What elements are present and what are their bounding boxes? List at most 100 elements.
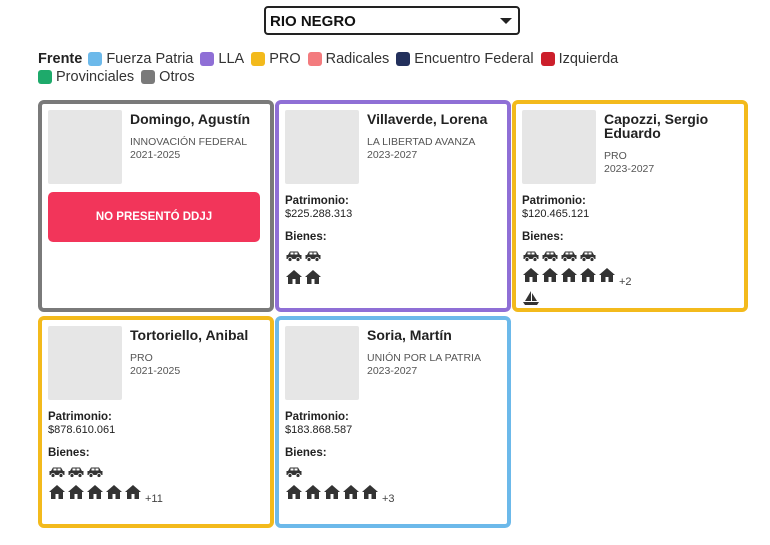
legend-item: Otros <box>141 68 195 86</box>
car-icon <box>522 249 540 267</box>
car-icon <box>285 465 303 483</box>
houses-row: +3 <box>285 484 395 505</box>
bienes-label: Bienes: <box>48 447 90 459</box>
cars-row <box>522 249 597 267</box>
legend-swatch <box>200 52 215 66</box>
legend-swatch <box>540 52 555 66</box>
car-icon <box>541 249 559 267</box>
houses-row <box>285 269 322 290</box>
houses-row: +11 <box>48 484 163 505</box>
term-period: 2021-2025 <box>130 149 181 161</box>
legend-item: Encuentro Federal <box>396 50 534 68</box>
house-icon <box>541 267 559 288</box>
term-period: 2021-2025 <box>130 365 181 377</box>
house-icon <box>124 484 142 505</box>
legend-swatch <box>141 70 156 84</box>
legend-label: Izquierda <box>558 51 619 67</box>
patrimonio-label: Patrimonio: <box>522 195 586 207</box>
avatar <box>48 326 122 400</box>
legend-label: Provinciales <box>56 69 135 85</box>
cars-row <box>48 465 104 483</box>
party-name: LA LIBERTAD AVANZA <box>367 136 476 148</box>
legend-item: Fuerza Patria <box>88 50 193 68</box>
bienes-label: Bienes: <box>522 231 564 243</box>
house-icon <box>522 267 540 288</box>
patrimonio-value: $878.610.061 <box>48 424 116 436</box>
avatar <box>522 110 596 184</box>
car-icon <box>304 249 322 267</box>
party-name: PRO <box>604 150 627 162</box>
legislator-card[interactable]: Villaverde, Lorena LA LIBERTAD AVANZA 20… <box>275 100 511 312</box>
province-select[interactable]: RIO NEGRO <box>264 6 520 35</box>
party-legend: Frente Fuerza Patria LLA PRO Radicales E… <box>38 50 678 86</box>
car-icon <box>86 465 104 483</box>
legend-swatch <box>38 70 52 84</box>
legend-label: Fuerza Patria <box>106 51 194 67</box>
legend-item: Izquierda <box>540 50 619 68</box>
car-icon <box>579 249 597 267</box>
party-name: PRO <box>130 352 153 364</box>
legend-swatch <box>396 52 411 66</box>
legislator-card[interactable]: Capozzi, Sergio Eduardo PRO 2023-2027 Pa… <box>512 100 748 312</box>
legend-label: PRO <box>269 51 301 67</box>
legend-item: LLA <box>200 50 244 68</box>
legislator-card[interactable]: Domingo, Agustín INNOVACIÓN FEDERAL 2021… <box>38 100 274 312</box>
term-period: 2023-2027 <box>367 149 418 161</box>
car-icon <box>67 465 85 483</box>
patrimonio-value: $183.868.587 <box>285 424 353 436</box>
legislator-card[interactable]: Soria, Martín UNIÓN POR LA PATRIA 2023-2… <box>275 316 511 528</box>
avatar <box>285 110 359 184</box>
house-icon <box>48 484 66 505</box>
houses-row: +2 <box>522 267 632 288</box>
avatar <box>48 110 122 184</box>
house-icon <box>105 484 123 505</box>
car-icon <box>560 249 578 267</box>
bienes-label: Bienes: <box>285 231 327 243</box>
legend-row-1: Frente Fuerza Patria LLA PRO Radicales E… <box>38 50 678 68</box>
party-name: UNIÓN POR LA PATRIA <box>367 352 481 364</box>
house-icon <box>285 269 303 290</box>
cars-row <box>285 465 303 483</box>
chevron-down-icon <box>500 18 512 24</box>
legend-swatch <box>307 52 322 66</box>
legend-label: Otros <box>159 69 195 85</box>
patrimonio-value: $225.288.313 <box>285 208 353 220</box>
patrimonio-value: $120.465.121 <box>522 208 590 220</box>
legend-label: Radicales <box>325 51 390 67</box>
house-icon <box>304 484 322 505</box>
legend-item: PRO <box>251 50 301 68</box>
patrimonio-label: Patrimonio: <box>285 411 349 423</box>
province-select-value: RIO NEGRO <box>270 13 356 30</box>
legend-swatch <box>88 52 103 66</box>
house-icon <box>67 484 85 505</box>
house-icon <box>598 267 616 288</box>
house-icon <box>285 484 303 505</box>
legend-row-2: Provinciales Otros <box>38 68 678 86</box>
boats-row <box>522 290 540 311</box>
houses-extra-count: +11 <box>145 493 163 505</box>
house-icon <box>304 269 322 290</box>
term-period: 2023-2027 <box>367 365 418 377</box>
house-icon <box>579 267 597 288</box>
legend-item: Provinciales <box>38 68 134 86</box>
legislator-name: Soria, Martín <box>367 327 452 343</box>
no-ddjj-badge: NO PRESENTÓ DDJJ <box>48 192 260 242</box>
legend-label: LLA <box>218 51 245 67</box>
cars-row <box>285 249 322 267</box>
party-name: INNOVACIÓN FEDERAL <box>130 136 248 148</box>
boat-icon <box>522 290 540 311</box>
houses-extra-count: +3 <box>382 493 395 505</box>
house-icon <box>86 484 104 505</box>
legislator-name: Domingo, Agustín <box>130 111 251 127</box>
term-period: 2023-2027 <box>604 163 655 175</box>
house-icon <box>342 484 360 505</box>
car-icon <box>285 249 303 267</box>
bienes-label: Bienes: <box>285 447 327 459</box>
patrimonio-label: Patrimonio: <box>285 195 349 207</box>
legislator-card[interactable]: Tortoriello, Anibal PRO 2021-2025 Patrim… <box>38 316 274 528</box>
house-icon <box>361 484 379 505</box>
legislator-name: Villaverde, Lorena <box>367 111 488 127</box>
legend-title: Frente <box>38 51 83 67</box>
house-icon <box>323 484 341 505</box>
patrimonio-label: Patrimonio: <box>48 411 112 423</box>
